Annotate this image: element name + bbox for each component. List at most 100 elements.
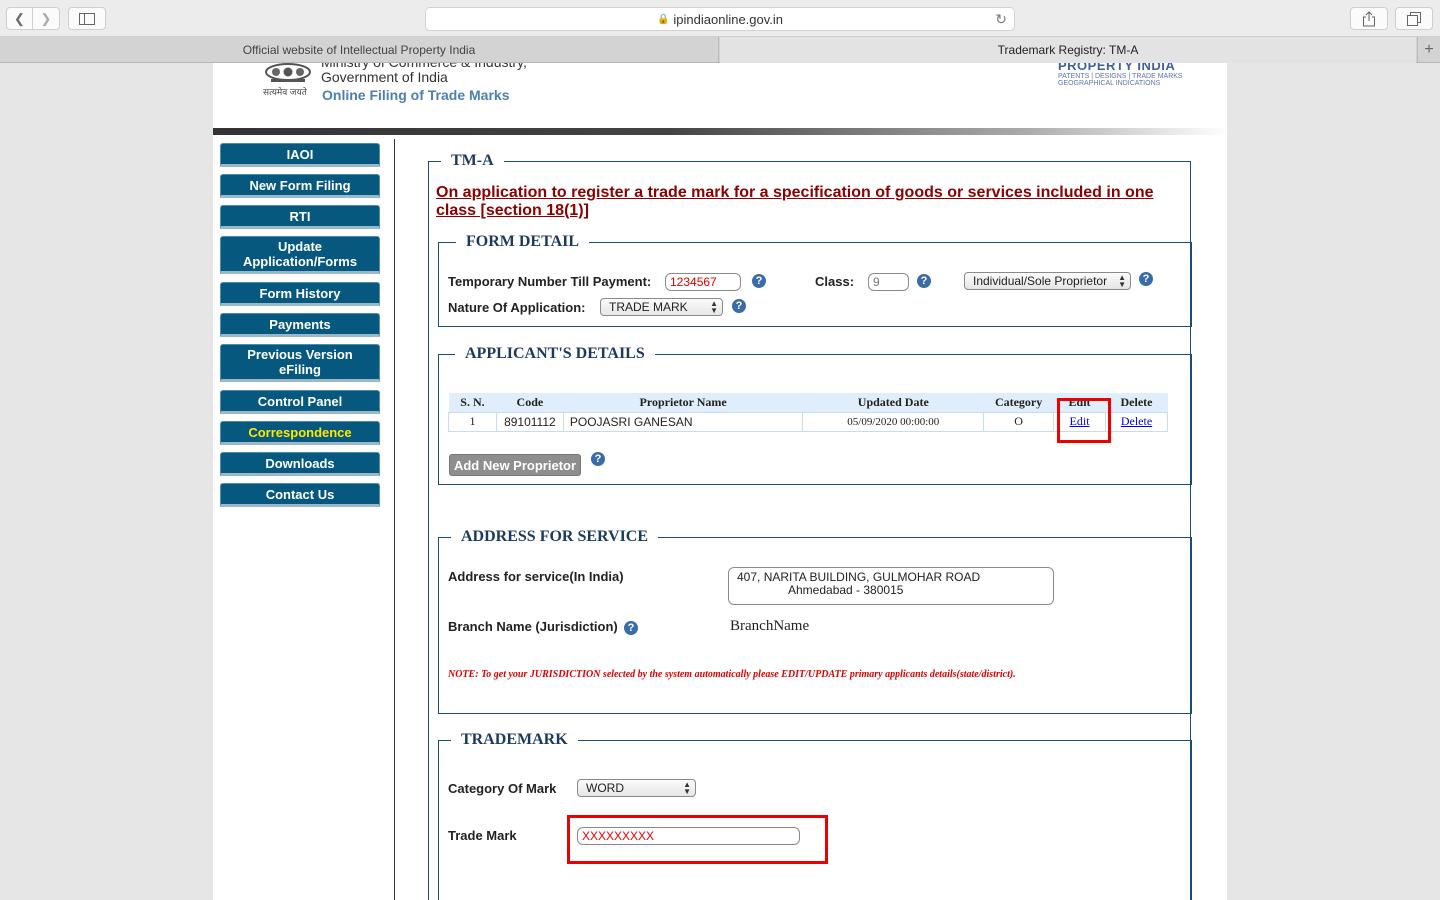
menu-update-application[interactable]: Update Application/Forms	[220, 236, 380, 274]
annotation-highlight-trademark	[567, 815, 828, 864]
help-icon[interactable]: ?	[591, 452, 605, 466]
cell-name: POOJASRI GANESAN	[562, 411, 804, 432]
back-button[interactable]: ❮	[6, 7, 33, 30]
form-title-link[interactable]: On application to register a trade mark …	[436, 184, 1176, 220]
logo-title: PROPERTY INDIA	[1058, 63, 1176, 73]
form-detail-fieldset: FORM DETAIL Temporary Number Till Paymen…	[438, 233, 1192, 327]
nature-select[interactable]: TRADE MARK ▲ ▼	[600, 298, 723, 316]
menu-downloads[interactable]: Downloads	[220, 452, 380, 476]
menu-contact-us[interactable]: Contact Us	[220, 483, 380, 507]
chevron-right-icon: ❯	[40, 10, 52, 26]
header-divider	[213, 128, 1227, 135]
menu-iaoi[interactable]: IAOI	[220, 143, 380, 167]
applicant-type-select[interactable]: Individual/Sole Proprietor ▲ ▼	[964, 272, 1131, 290]
branch-name-value: BranchName	[730, 618, 810, 634]
trade-mark-label: Trade Mark	[448, 828, 517, 843]
column-header: Category	[983, 393, 1054, 412]
tm-a-fieldset: TM-A On application to register a trade …	[428, 152, 1192, 900]
browser-toolbar: ❮ ❯ 🔒 ipindiaonline.gov.in ↻	[0, 0, 1440, 37]
menu-control-panel[interactable]: Control Panel	[220, 390, 380, 414]
applicant-legend: APPLICANT'S DETAILS	[455, 345, 655, 363]
sidebar-toggle-button[interactable]	[68, 7, 106, 30]
logo-subtitle: GEOGRAPHICAL INDICATIONS	[1058, 80, 1161, 87]
class-label: Class:	[815, 274, 855, 289]
tabs-icon	[1407, 11, 1421, 26]
applicant-fieldset: APPLICANT'S DETAILS S. N. Code Proprieto…	[438, 345, 1192, 485]
trademark-fieldset: TRADEMARK Category Of Mark WORD ▲ ▼ Trade…	[438, 731, 1192, 900]
add-new-proprietor-button[interactable]: Add New Proprietor	[449, 454, 581, 476]
trademark-legend: TRADEMARK	[451, 731, 578, 749]
branch-label: Branch Name (Jurisdiction)	[448, 619, 618, 634]
url-text: ipindiaonline.gov.in	[673, 11, 784, 27]
government-name: Government of India	[321, 69, 448, 85]
cell-sn: 1	[448, 411, 497, 432]
column-header: Code	[496, 393, 564, 412]
cell-date: 05/09/2020 00:00:00	[802, 411, 985, 432]
web-page: सत्यमेव जयते Ministry of Commerce & Indu…	[213, 63, 1227, 900]
tab-label: Trademark Registry: TM-A	[997, 43, 1139, 57]
delete-link[interactable]: Delete	[1121, 414, 1152, 428]
reload-icon[interactable]: ↻	[995, 11, 1007, 28]
emblem-motto: सत्यमेव जयते	[263, 87, 307, 97]
new-tab-button[interactable]: +	[1417, 37, 1440, 63]
column-header: Delete	[1105, 393, 1168, 412]
share-button[interactable]	[1350, 7, 1388, 30]
tab-bar: Official website of Intellectual Propert…	[0, 37, 1440, 63]
help-icon[interactable]: ?	[752, 274, 766, 288]
select-value: Individual/Sole Proprietor	[973, 274, 1108, 288]
ip-india-logo: PROPERTY INDIA PATENTS | DESIGNS | TRADE…	[1058, 63, 1183, 87]
address-bar[interactable]: 🔒 ipindiaonline.gov.in ↻	[425, 7, 1015, 31]
share-icon	[1363, 10, 1375, 26]
nature-label: Nature Of Application:	[448, 300, 586, 315]
help-icon[interactable]: ?	[1139, 272, 1153, 286]
portal-name: Online Filing of Trade Marks	[322, 87, 510, 103]
cell-delete: Delete	[1105, 411, 1168, 432]
forward-button[interactable]: ❯	[33, 7, 60, 30]
column-header: Updated Date	[802, 393, 984, 412]
select-arrows-icon: ▲ ▼	[710, 299, 718, 315]
jurisdiction-note: NOTE: To get your JURISDICTION selected …	[448, 669, 1016, 680]
tm-a-legend: TM-A	[441, 152, 504, 170]
menu-payments[interactable]: Payments	[220, 313, 380, 337]
cell-code: 89101112	[495, 411, 564, 432]
temp-number-field[interactable]: 1234567	[665, 273, 741, 291]
category-of-mark-select[interactable]: WORD ▲ ▼	[577, 779, 696, 797]
select-value: TRADE MARK	[609, 300, 688, 314]
help-icon[interactable]: ?	[624, 621, 638, 635]
help-icon[interactable]: ?	[732, 299, 746, 313]
chevron-left-icon: ❮	[14, 10, 25, 26]
menu-divider	[394, 139, 395, 900]
temp-number-label: Temporary Number Till Payment:	[448, 274, 652, 289]
tab-ipindia-official[interactable]: Official website of Intellectual Propert…	[0, 37, 719, 63]
address-legend: ADDRESS FOR SERVICE	[451, 528, 659, 546]
tab-label: Official website of Intellectual Propert…	[242, 43, 476, 57]
select-arrows-icon: ▲ ▼	[1118, 273, 1126, 289]
menu-rti[interactable]: RTI	[220, 205, 380, 229]
logo-subtitle: PATENTS | DESIGNS | TRADE MARKS	[1058, 73, 1183, 80]
menu-correspondence[interactable]: Correspondence	[220, 421, 380, 445]
help-icon[interactable]: ?	[917, 274, 931, 288]
address-textarea[interactable]: 407, NARITA BUILDING, GULMOHAR ROAD Ahme…	[728, 567, 1054, 605]
select-arrows-icon: ▲ ▼	[683, 780, 691, 796]
tab-trademark-registry[interactable]: Trademark Registry: TM-A	[720, 37, 1416, 63]
class-field[interactable]: 9	[868, 273, 909, 291]
address-line: Ahmedabad - 380015	[788, 583, 904, 597]
column-header: S. N.	[448, 393, 497, 412]
annotation-highlight-edit	[1057, 398, 1111, 443]
note-text: To get your JURISDICTION selected by the…	[481, 669, 1016, 680]
menu-form-history[interactable]: Form History	[220, 282, 380, 306]
address-label: Address for service(In India)	[448, 569, 624, 584]
select-value: WORD	[586, 781, 624, 795]
menu-new-form-filing[interactable]: New Form Filing	[220, 174, 380, 198]
category-of-mark-label: Category Of Mark	[448, 781, 557, 796]
lock-icon: 🔒	[656, 13, 670, 25]
cell-category: O	[983, 411, 1055, 432]
column-header: Proprietor Name	[563, 393, 803, 412]
address-fieldset: ADDRESS FOR SERVICE Address for service(…	[438, 528, 1192, 714]
sidebar-icon	[79, 12, 95, 25]
menu-previous-version[interactable]: Previous Version eFiling	[220, 344, 380, 382]
plus-icon: +	[1424, 41, 1434, 58]
note-prefix: NOTE:	[448, 669, 479, 680]
form-detail-legend: FORM DETAIL	[456, 233, 590, 251]
show-tabs-button[interactable]	[1395, 7, 1433, 30]
